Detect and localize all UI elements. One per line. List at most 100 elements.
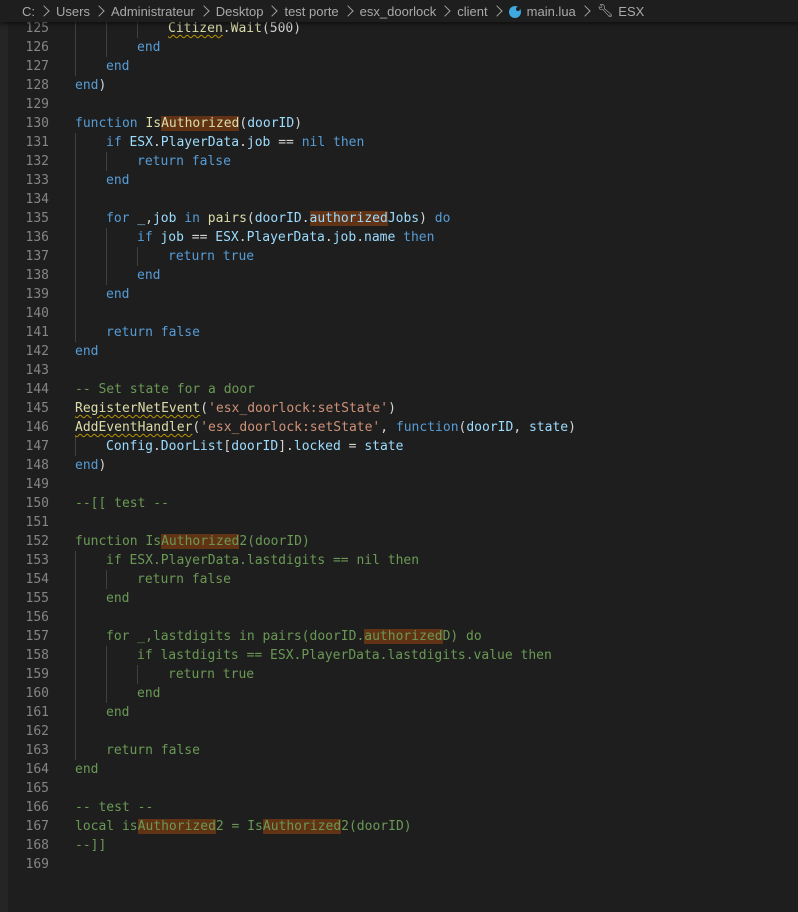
code-line[interactable]: 164 end	[0, 760, 798, 779]
code-token: pairs	[207, 211, 247, 226]
line-number: 164	[25, 762, 49, 777]
indent-guide	[106, 22, 107, 38]
code-line[interactable]: 145 RegisterNetEvent('esx_doorlock:setSta…	[0, 399, 798, 418]
code-line[interactable]: 152 function IsAuthorized2(doorID)	[0, 532, 798, 551]
code-token: ,	[380, 420, 396, 435]
indent-guide	[75, 266, 76, 285]
code-line[interactable]: 147 Config.DoorList[doorID].locked = stat…	[0, 437, 798, 456]
code-line[interactable]: 138 end	[0, 266, 798, 285]
code-line[interactable]: 162	[0, 722, 798, 741]
breadcrumb-esx-doorlock[interactable]: esx_doorlock	[360, 4, 437, 19]
code-line[interactable]: 135 for _,job in pairs(doorID.authorizedJ…	[0, 209, 798, 228]
line-number: 126	[25, 40, 49, 55]
code-line[interactable]: 128 end)	[0, 76, 798, 95]
code-token: if lastdigits == ESX.PlayerData.lastdigi…	[137, 648, 552, 663]
code-line[interactable]: 165	[0, 779, 798, 798]
code-line[interactable]: 159 return true	[0, 665, 798, 684]
code-line[interactable]: 161 end	[0, 703, 798, 722]
line-number: 129	[25, 97, 49, 112]
code-token: job	[152, 211, 177, 226]
code-line[interactable]: 156	[0, 608, 798, 627]
breadcrumb-administrateur[interactable]: Administrateur	[111, 4, 195, 19]
line-number: 156	[25, 610, 49, 625]
code-token: =	[340, 439, 365, 454]
code-token: (	[200, 401, 209, 416]
code-line[interactable]: 168 --]]	[0, 836, 798, 855]
code-line[interactable]: 130 function IsAuthorized(doorID)	[0, 114, 798, 133]
code-token: -- test --	[75, 800, 154, 815]
code-token: )	[294, 116, 303, 131]
chevron-right-icon	[579, 5, 591, 17]
code-text: Config.DoorList[doorID].locked = state	[106, 437, 403, 456]
line-number: 133	[25, 173, 49, 188]
code-token: if ESX.PlayerData.lastdigits == nil then	[106, 553, 420, 568]
line-number: 140	[25, 306, 49, 321]
code-line[interactable]: 133 end	[0, 171, 798, 190]
code-token: name	[364, 230, 396, 245]
code-editor[interactable]: 125 Citizen.Wait(500) 126 end 127 end 128 end) 1…	[0, 22, 798, 912]
breadcrumb-test-porte[interactable]: test porte	[284, 4, 338, 19]
code-text: end	[106, 171, 129, 190]
code-line[interactable]: 153 if ESX.PlayerData.lastdigits == nil t…	[0, 551, 798, 570]
code-line[interactable]: 149	[0, 475, 798, 494]
code-token: 2 = Is	[215, 819, 263, 834]
code-token: Citizen	[168, 22, 223, 36]
indent-guide	[106, 646, 107, 665]
code-text: if ESX.PlayerData.job == nil then	[106, 133, 364, 152]
code-line[interactable]: 141 return false	[0, 323, 798, 342]
code-token: doorID	[466, 420, 514, 435]
code-token: authorized	[364, 629, 443, 644]
code-line[interactable]: 139 end	[0, 285, 798, 304]
code-line[interactable]: 136 if job == ESX.PlayerData.job.name the…	[0, 228, 798, 247]
code-line[interactable]: 127 end	[0, 57, 798, 76]
code-line[interactable]: 129	[0, 95, 798, 114]
breadcrumb-desktop[interactable]: Desktop	[216, 4, 264, 19]
breadcrumb-users[interactable]: Users	[56, 4, 90, 19]
indent-guide	[75, 722, 76, 741]
code-line[interactable]: 125 Citizen.Wait(500)	[0, 22, 798, 38]
line-number: 162	[25, 724, 49, 739]
code-line[interactable]: 134	[0, 190, 798, 209]
code-token: .	[324, 230, 333, 245]
breadcrumb-symbol[interactable]: ESX	[618, 4, 644, 19]
indent-guide	[106, 570, 107, 589]
code-token: for	[106, 211, 138, 226]
code-line[interactable]: 140	[0, 304, 798, 323]
lua-file-icon	[508, 6, 521, 18]
code-line[interactable]: 167 local isAuthorized2 = IsAuthorized2(d…	[0, 817, 798, 836]
code-line[interactable]: 143	[0, 361, 798, 380]
breadcrumb-client[interactable]: client	[457, 4, 487, 19]
code-line[interactable]: 131 if ESX.PlayerData.job == nil then	[0, 133, 798, 152]
line-number: 131	[25, 135, 49, 150]
code-line[interactable]: 154 return false	[0, 570, 798, 589]
code-line[interactable]: 160 end	[0, 684, 798, 703]
line-number: 135	[25, 211, 49, 226]
code-line[interactable]: 144 -- Set state for a door	[0, 380, 798, 399]
code-line[interactable]: 126 end	[0, 38, 798, 57]
code-token: Authorized	[161, 534, 240, 549]
code-token: return	[137, 154, 192, 169]
code-text: end	[137, 38, 160, 57]
code-token: )	[98, 458, 107, 473]
breadcrumb-file[interactable]: main.lua	[527, 4, 576, 19]
code-line[interactable]: 151	[0, 513, 798, 532]
code-line[interactable]: 163 return false	[0, 741, 798, 760]
indent-guide	[137, 247, 138, 266]
code-line[interactable]: 166 -- test --	[0, 798, 798, 817]
code-line[interactable]: 155 end	[0, 589, 798, 608]
code-line[interactable]: 150 --[[ test --	[0, 494, 798, 513]
code-line[interactable]: 146 AddEventHandler('esx_doorlock:setStat…	[0, 418, 798, 437]
code-line[interactable]: 132 return false	[0, 152, 798, 171]
code-line[interactable]: 142 end	[0, 342, 798, 361]
code-line[interactable]: 169	[0, 855, 798, 874]
indent-guide	[75, 570, 76, 589]
code-line[interactable]: 148 end)	[0, 456, 798, 475]
code-line[interactable]: 158 if lastdigits == ESX.PlayerData.lastd…	[0, 646, 798, 665]
code-line[interactable]: 157 for _,lastdigits in pairs(doorID.auth…	[0, 627, 798, 646]
code-token: return	[168, 249, 223, 264]
code-line[interactable]: 137 return true	[0, 247, 798, 266]
line-number: 143	[25, 363, 49, 378]
breadcrumb-drive[interactable]: C:	[22, 4, 35, 19]
code-token: )	[568, 420, 576, 435]
code-token: .	[238, 230, 247, 245]
